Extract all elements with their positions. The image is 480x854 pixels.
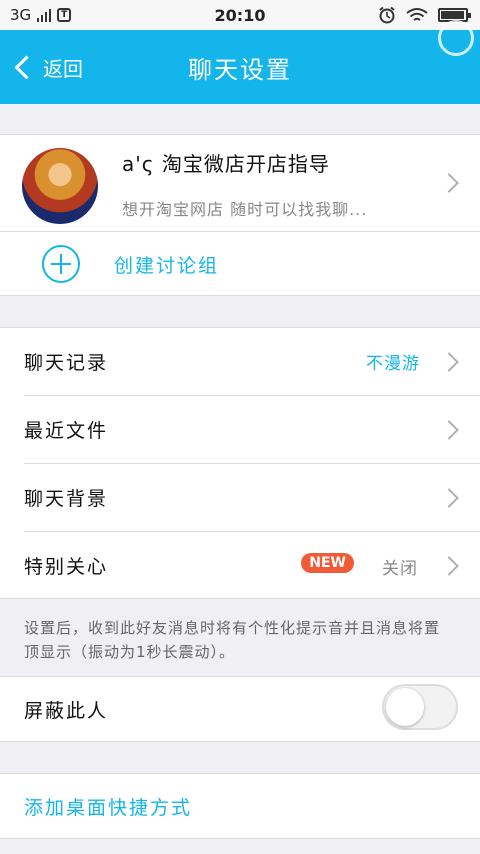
special-care-value: 关闭 bbox=[382, 559, 418, 579]
settings-list: 聊天记录 不漫游 最近文件 聊天背景 特别关心 NEW 关闭 bbox=[0, 327, 480, 599]
divider bbox=[0, 838, 480, 839]
shortcut-card: 添加桌面快捷方式 bbox=[0, 773, 480, 839]
avatar[interactable] bbox=[22, 148, 98, 224]
special-care-label: 特别关心 bbox=[24, 556, 109, 578]
toggle-knob bbox=[386, 688, 424, 726]
divider bbox=[0, 598, 480, 599]
profile-signature: 想开淘宝网店 随时可以找我聊... bbox=[122, 200, 368, 219]
chevron-right-icon bbox=[439, 352, 459, 372]
block-label: 屏蔽此人 bbox=[24, 700, 109, 722]
divider bbox=[0, 741, 480, 742]
create-group-label: 创建讨论组 bbox=[114, 255, 220, 277]
create-group-row[interactable]: 创建讨论组 bbox=[0, 232, 480, 296]
page-title: 聊天设置 bbox=[188, 56, 292, 84]
alarm-icon bbox=[379, 6, 395, 24]
title-bar: 返回 聊天设置 bbox=[0, 20, 480, 104]
chevron-right-icon bbox=[439, 556, 459, 576]
status-bar: 3G T 20:10 bbox=[0, 0, 480, 30]
chat-history-label: 聊天记录 bbox=[24, 352, 109, 374]
recent-files-row[interactable]: 最近文件 bbox=[0, 396, 480, 463]
block-toggle[interactable] bbox=[382, 684, 458, 730]
divider bbox=[0, 676, 480, 677]
new-badge: NEW bbox=[301, 553, 354, 573]
add-shortcut-button[interactable]: 添加桌面快捷方式 bbox=[24, 793, 192, 820]
profile-row[interactable]: a'ς 淘宝微店开店指导 想开淘宝网店 随时可以找我聊... bbox=[0, 134, 480, 230]
plus-circle-icon bbox=[42, 245, 80, 283]
recent-files-label: 最近文件 bbox=[24, 420, 109, 442]
chat-background-row[interactable]: 聊天背景 bbox=[0, 464, 480, 531]
wifi-icon bbox=[406, 8, 428, 21]
profile-name: a'ς 淘宝微店开店指导 bbox=[122, 152, 330, 176]
divider bbox=[0, 295, 480, 296]
chat-background-label: 聊天背景 bbox=[24, 488, 109, 510]
profile-card: a'ς 淘宝微店开店指导 想开淘宝网店 随时可以找我聊... 创建讨论组 bbox=[0, 134, 480, 296]
divider bbox=[0, 773, 480, 774]
chevron-right-icon bbox=[439, 488, 459, 508]
chevron-right-icon bbox=[439, 173, 459, 193]
chat-history-row[interactable]: 聊天记录 不漫游 bbox=[0, 327, 480, 395]
special-care-note: 设置后，收到此好友消息时将有个性化提示音并且消息将置顶显示（振动为1秒长震动）。 bbox=[24, 619, 441, 661]
chat-history-value: 不漫游 bbox=[366, 354, 420, 374]
chevron-right-icon bbox=[439, 420, 459, 440]
special-care-row[interactable]: 特别关心 NEW 关闭 bbox=[0, 532, 480, 599]
floating-circle-icon[interactable] bbox=[438, 20, 474, 56]
battery-fill bbox=[441, 11, 464, 19]
